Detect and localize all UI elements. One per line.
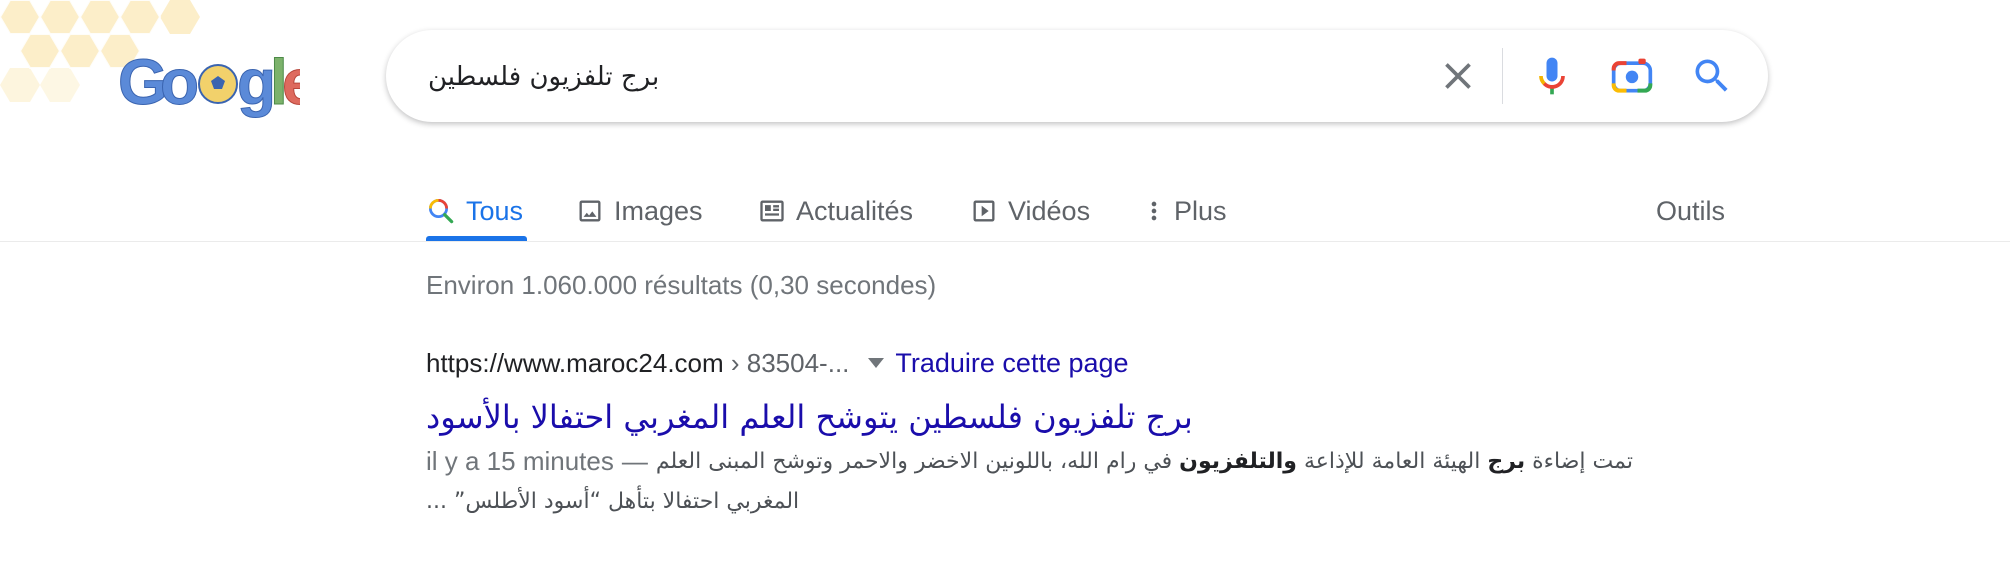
result-dash: — xyxy=(621,446,648,476)
snippet-part: الهيئة العامة للإذاعة xyxy=(1296,449,1488,474)
tab-news-label: Actualités xyxy=(796,195,914,226)
snippet-part: تمت إضاءة xyxy=(1525,449,1633,474)
search-icon[interactable] xyxy=(1690,54,1734,98)
snippet-bold: برج xyxy=(1487,449,1526,474)
camera-lens-icon[interactable] xyxy=(1610,54,1654,98)
result-snippet-text: تمت إضاءة برج الهيئة العامة للإذاعة والت… xyxy=(656,449,1633,474)
search-icon xyxy=(429,199,454,224)
tab-all-label: Tous xyxy=(466,195,524,226)
doodle-honeycomb-background: G o g l e xyxy=(0,0,300,119)
tools-label: Outils xyxy=(1656,195,1726,226)
result-snippet-line1: il y a 15 minutes — تمت إضاءة برج الهيئة… xyxy=(426,446,1726,477)
tab-all[interactable]: Tous xyxy=(426,180,523,242)
search-tabs: Tous Images Actualités Vidéos Plus Outil… xyxy=(426,180,1726,242)
tab-images-label: Images xyxy=(614,195,703,226)
caret-down-icon[interactable] xyxy=(867,357,885,369)
news-icon xyxy=(760,200,784,222)
svg-text:G: G xyxy=(118,46,164,118)
microphone-icon[interactable] xyxy=(1530,54,1574,98)
more-vert-icon xyxy=(1151,201,1157,221)
result-stats: Environ 1.060.000 résultats (0,30 second… xyxy=(426,270,937,300)
search-result: https://www.maroc24.com › 83504-... Trad… xyxy=(426,340,1726,515)
search-results-page: G o g l e برج تلفزيون فلسطين Tous Images… xyxy=(0,0,2010,572)
result-title-link[interactable]: برج تلفزيون فلسطين يتوشح العلم المغربي ا… xyxy=(426,398,1193,436)
svg-text:e: e xyxy=(282,46,300,118)
svg-text:o: o xyxy=(160,46,199,118)
result-date: il y a 15 minutes xyxy=(426,446,614,476)
tab-images[interactable]: Images xyxy=(576,180,703,242)
snippet-bold: والتلفزيون xyxy=(1179,449,1297,474)
tab-news[interactable]: Actualités xyxy=(758,180,913,242)
search-input[interactable] xyxy=(426,52,1330,102)
result-url-host: https://www.maroc24.com xyxy=(426,347,724,378)
result-url-path: › 83504-... xyxy=(723,347,850,378)
search-box xyxy=(386,30,1768,122)
tab-more[interactable]: Plus xyxy=(1144,180,1227,242)
tools-button[interactable]: Outils xyxy=(1656,180,1725,242)
translate-page-link[interactable]: Traduire cette page xyxy=(895,348,1128,379)
result-cite-row: https://www.maroc24.com › 83504-... Trad… xyxy=(426,340,1726,386)
search-box-divider xyxy=(1502,48,1503,104)
tab-videos[interactable]: Vidéos xyxy=(970,180,1090,242)
header-divider xyxy=(0,241,2010,242)
snippet-part: في رام الله، باللونين الاخضر والاحمر وتو… xyxy=(655,449,1180,474)
image-icon xyxy=(579,200,601,222)
result-url[interactable]: https://www.maroc24.com › 83504-... xyxy=(426,348,849,379)
tab-more-label: Plus xyxy=(1174,195,1227,226)
play-icon xyxy=(973,200,995,222)
google-doodle-logo[interactable]: G o g l e xyxy=(0,0,300,120)
result-snippet-line2: المغربي احتفالا بتأهل “أسود الأطلس” ... xyxy=(426,489,800,514)
close-icon[interactable] xyxy=(1436,54,1480,98)
tab-videos-label: Vidéos xyxy=(1008,195,1091,226)
